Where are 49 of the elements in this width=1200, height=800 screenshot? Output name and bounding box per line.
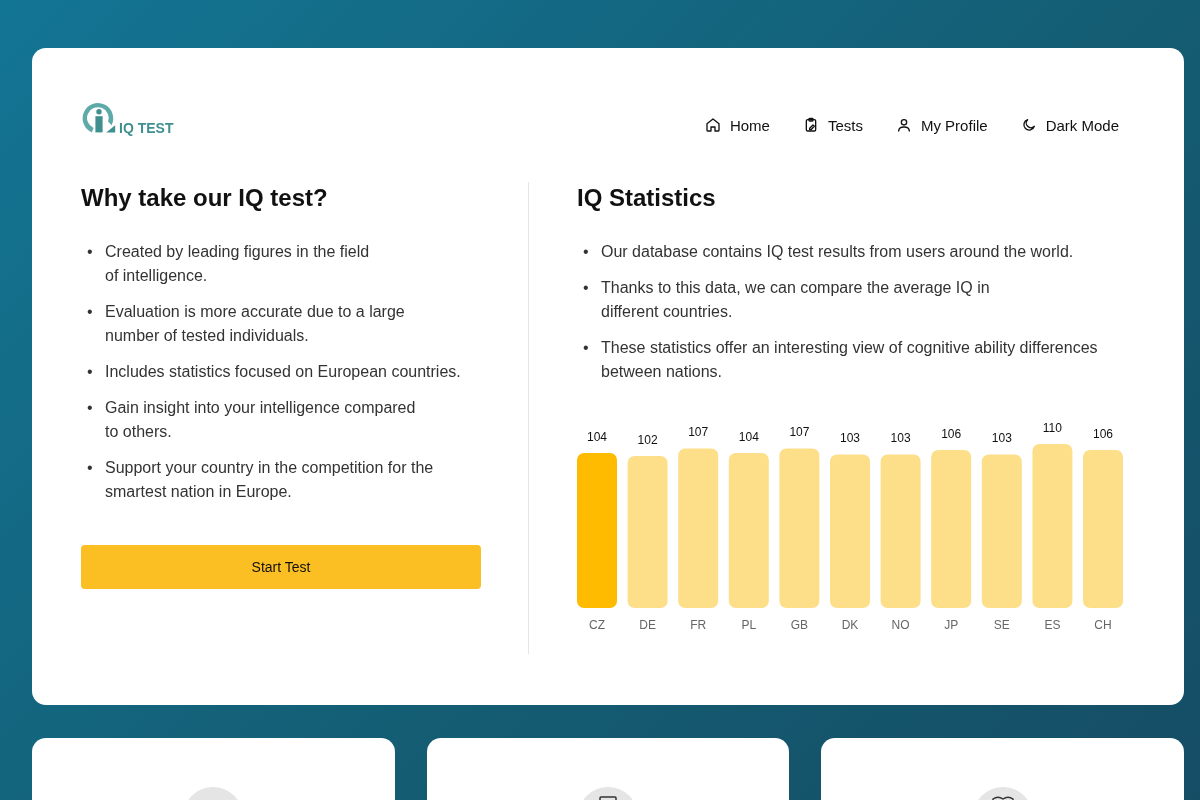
- axis-label: ES: [1044, 618, 1061, 632]
- axis-label: DK: [841, 618, 859, 632]
- axis-label: CH: [1094, 618, 1112, 632]
- value-label: 107: [688, 425, 709, 440]
- value-label: 107: [789, 425, 810, 440]
- axis-label: JP: [944, 618, 959, 632]
- value-label: 103: [890, 431, 911, 446]
- bullet-marker: •: [87, 458, 94, 478]
- axis-label: NO: [891, 618, 910, 632]
- axis-label: FR: [690, 618, 707, 632]
- bullet-marker: •: [583, 242, 590, 262]
- bullet-text: Support your country in the competition for the smartest nation in Europe.: [105, 458, 434, 502]
- value-label: 106: [941, 426, 962, 441]
- value-label: 102: [637, 432, 658, 447]
- axis-label: GB: [790, 618, 809, 632]
- nav-link[interactable]: My Profile: [895, 116, 988, 134]
- bullet-text: Thanks to this data, we can compare the average IQ in different countries.: [601, 278, 990, 322]
- value-label: 103: [991, 431, 1012, 446]
- section-heading: IQ Statistics: [577, 183, 717, 213]
- bullet-marker: •: [583, 278, 590, 298]
- bullet-text: Evaluation is more accurate due to a large number of tested individuals.: [105, 302, 405, 346]
- nav-link[interactable]: Home: [704, 116, 770, 134]
- bullet-marker: •: [87, 302, 94, 322]
- logo-text[interactable]: IQ TEST: [119, 120, 174, 136]
- bullet-marker: •: [87, 362, 94, 382]
- value-label: 104: [587, 429, 607, 444]
- nav-link[interactable]: Tests: [802, 116, 863, 134]
- value-label: 104: [738, 429, 759, 444]
- bullet-text: Created by leading figures in the field of intelligence.: [105, 242, 370, 286]
- value-label: 110: [1042, 421, 1062, 435]
- axis-label: CZ: [589, 618, 605, 632]
- axis-label: SE: [993, 618, 1010, 632]
- bullet-marker: •: [87, 242, 94, 262]
- bullet-text: Includes statistics focused on European countries.: [105, 362, 461, 382]
- axis-label: PL: [741, 618, 757, 632]
- start-test-button[interactable]: Start Test: [81, 545, 481, 589]
- bullet-marker: •: [583, 338, 590, 358]
- home-icon: [704, 117, 721, 133]
- user-icon: [895, 117, 912, 133]
- bullet-text: Gain insight into your intelligence compared to others.: [105, 398, 416, 442]
- value-label: 103: [840, 431, 860, 446]
- axis-label: DE: [639, 618, 656, 632]
- bullet-text: Our database contains IQ test results from users around the world.: [601, 242, 1074, 262]
- nav-link[interactable]: Dark Mode: [1020, 116, 1119, 134]
- bullet-text: These statistics offer an interesting view of cognitive ability differences between nations.: [601, 338, 1098, 382]
- moon-icon: [1020, 117, 1037, 133]
- section-heading: Why take our IQ test?: [81, 183, 329, 213]
- bullet-marker: •: [87, 398, 94, 418]
- value-label: 106: [1093, 426, 1113, 441]
